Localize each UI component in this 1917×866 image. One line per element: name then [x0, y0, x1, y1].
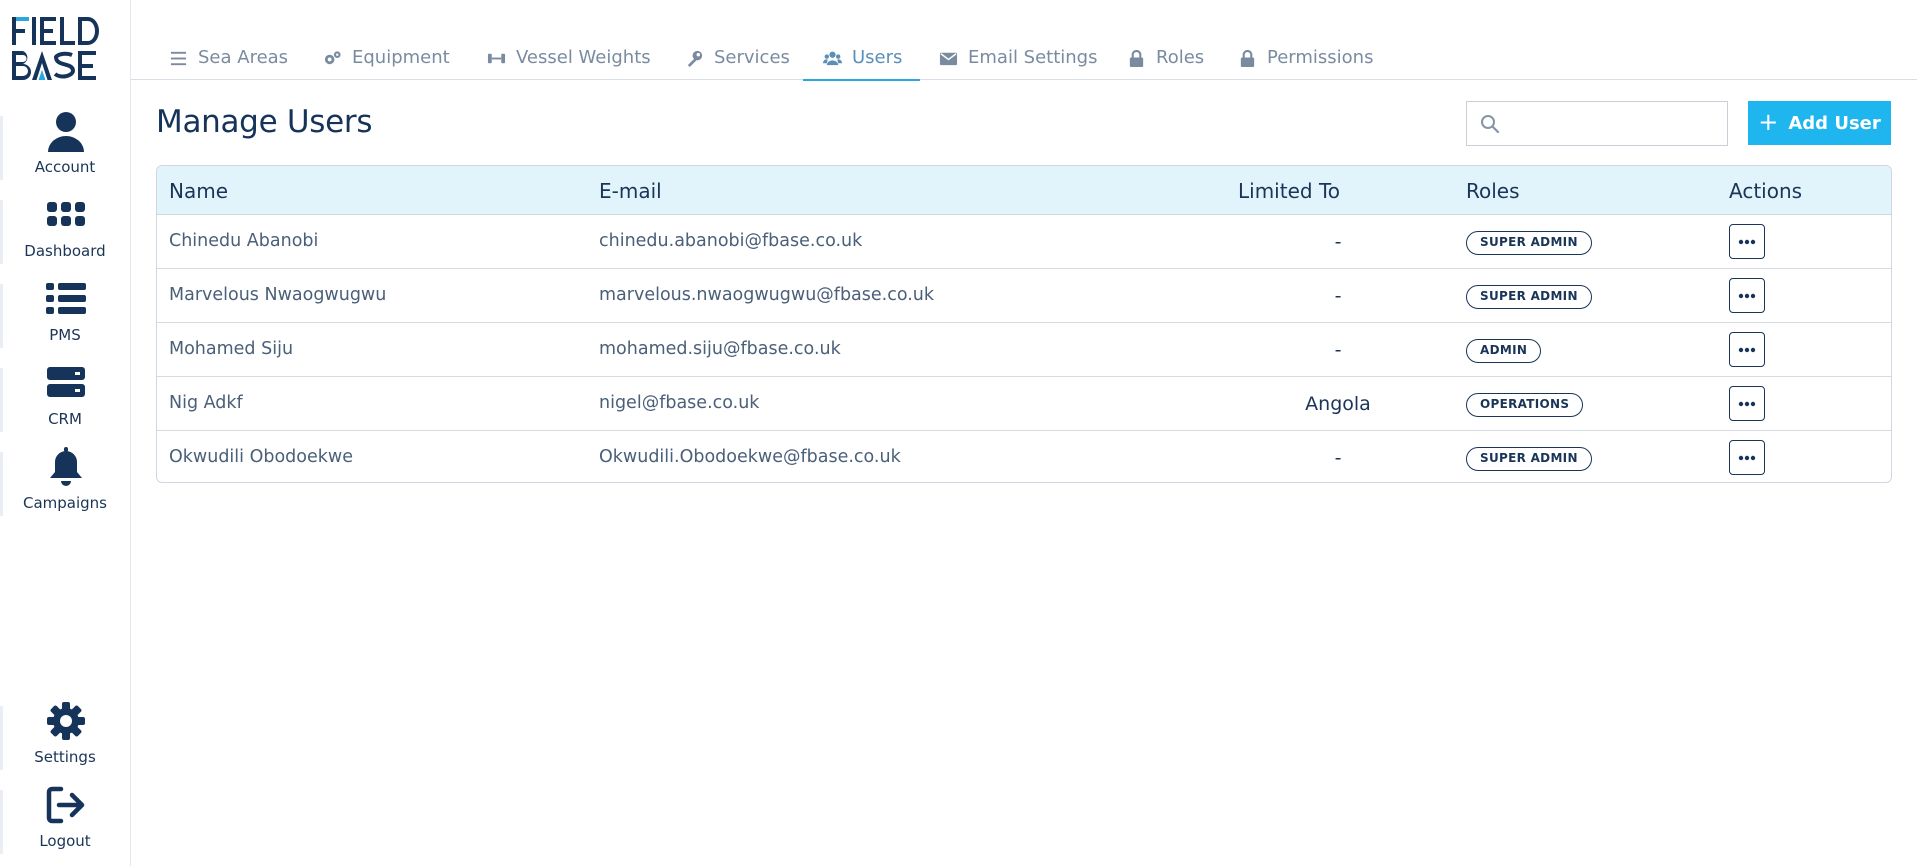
- server-icon: [47, 367, 85, 397]
- sidebar-item-settings[interactable]: Settings: [0, 700, 130, 780]
- settings-tab-bar: Sea Areas Equipment Vessel Weights Servi…: [131, 0, 1917, 81]
- tab-label: Permissions: [1267, 47, 1374, 68]
- column-header-name[interactable]: Name: [169, 179, 228, 203]
- row-actions-button[interactable]: [1729, 440, 1765, 475]
- sidebar-item-label: Account: [34, 158, 96, 176]
- sidebar: Account Dashboard PMS CRM Campaigns Sett…: [0, 0, 131, 866]
- tab-permissions[interactable]: Permissions: [1238, 40, 1373, 80]
- row-actions-button[interactable]: [1729, 278, 1765, 313]
- page-title: Manage Users: [156, 104, 373, 140]
- tab-label: Sea Areas: [198, 47, 289, 68]
- tab-vessel-weights[interactable]: Vessel Weights: [487, 40, 651, 80]
- table-header: Name E-mail Limited To Roles Actions: [157, 166, 1891, 215]
- tab-label: Vessel Weights: [516, 47, 651, 68]
- ellipsis-icon: [1738, 239, 1756, 244]
- envelope-icon: [939, 52, 958, 66]
- tab-label: Users: [852, 47, 903, 68]
- tab-label: Equipment: [352, 47, 450, 68]
- tab-sea-areas[interactable]: Sea Areas: [169, 40, 288, 80]
- user-limited-to: Angola: [1305, 393, 1371, 415]
- gear-icon: [47, 702, 85, 740]
- user-name: Okwudili Obodoekwe: [169, 447, 353, 467]
- role-badge: ADMIN: [1466, 339, 1542, 363]
- user-name: Nig Adkf: [169, 393, 243, 413]
- user-email: chinedu.abanobi@fbase.co.uk: [599, 231, 863, 251]
- user-limited-to: -: [1334, 285, 1342, 307]
- role-badge: SUPER ADMIN: [1466, 285, 1592, 309]
- tab-email-settings[interactable]: Email Settings: [939, 40, 1098, 80]
- sidebar-item-label: Settings: [34, 748, 96, 766]
- column-header-actions: Actions: [1729, 179, 1803, 203]
- gears-icon: [324, 51, 341, 65]
- table-row[interactable]: Mohamed Siju mohamed.siju@fbase.co.uk - …: [157, 323, 1891, 377]
- user-limited-to: -: [1334, 447, 1342, 469]
- table-row[interactable]: Okwudili Obodoekwe Okwudili.Obodoekwe@fb…: [157, 431, 1891, 482]
- wrench-icon: [687, 50, 703, 68]
- dumbbell-icon: [487, 53, 506, 64]
- search-icon: [1481, 115, 1500, 134]
- ellipsis-icon: [1738, 401, 1756, 406]
- user-name: Chinedu Abanobi: [169, 231, 319, 251]
- row-actions-button[interactable]: [1729, 224, 1765, 259]
- tab-label: Email Settings: [968, 47, 1098, 68]
- ellipsis-icon: [1738, 455, 1756, 460]
- lock-icon: [1240, 49, 1255, 68]
- user-limited-to: -: [1334, 339, 1342, 361]
- table-row[interactable]: Marvelous Nwaogwugwu marvelous.nwaogwugw…: [157, 269, 1891, 323]
- logout-icon: [46, 786, 85, 824]
- role-badge: SUPER ADMIN: [1466, 447, 1592, 471]
- user-email: marvelous.nwaogwugwu@fbase.co.uk: [599, 285, 935, 305]
- table-row[interactable]: Nig Adkf nigel@fbase.co.uk Angola OPERAT…: [157, 377, 1891, 431]
- sidebar-item-label: PMS: [49, 326, 81, 344]
- sidebar-item-pms[interactable]: PMS: [0, 278, 130, 358]
- search-box[interactable]: [1466, 101, 1728, 146]
- add-user-label: Add User: [1788, 112, 1881, 134]
- user-email: Okwudili.Obodoekwe@fbase.co.uk: [599, 447, 901, 467]
- role-badge: SUPER ADMIN: [1466, 231, 1592, 255]
- tab-roles[interactable]: Roles: [1127, 40, 1204, 80]
- tab-users[interactable]: Users: [802, 40, 921, 81]
- row-actions-button[interactable]: [1729, 386, 1765, 421]
- column-header-limited-to[interactable]: Limited To: [1238, 179, 1340, 203]
- user-name: Mohamed Siju: [169, 339, 294, 359]
- search-input[interactable]: [1509, 102, 1724, 145]
- sidebar-item-dashboard[interactable]: Dashboard: [0, 194, 130, 274]
- ellipsis-icon: [1738, 347, 1756, 352]
- sidebar-item-label: Logout: [39, 832, 91, 850]
- user-name: Marvelous Nwaogwugwu: [169, 285, 387, 305]
- table-row[interactable]: Chinedu Abanobi chinedu.abanobi@fbase.co…: [157, 215, 1891, 269]
- ellipsis-icon: [1738, 293, 1756, 298]
- column-header-email[interactable]: E-mail: [599, 179, 662, 203]
- sidebar-item-crm[interactable]: CRM: [0, 362, 130, 442]
- sidebar-item-campaigns[interactable]: Campaigns: [0, 446, 130, 526]
- sidebar-item-label: Campaigns: [22, 494, 107, 512]
- user-icon: [48, 112, 84, 152]
- tab-label: Roles: [1156, 47, 1205, 68]
- bell-icon: [50, 447, 82, 486]
- sidebar-item-logout[interactable]: Logout: [0, 784, 130, 864]
- tab-services[interactable]: Services: [685, 40, 790, 80]
- list-icon: [46, 283, 86, 314]
- row-actions-button[interactable]: [1729, 332, 1765, 367]
- role-badge: OPERATIONS: [1466, 393, 1584, 417]
- sidebar-item-label: Dashboard: [24, 242, 106, 260]
- user-email: nigel@fbase.co.uk: [599, 393, 760, 413]
- users-table: Name E-mail Limited To Roles Actions Chi…: [156, 165, 1892, 483]
- grid-icon: [47, 202, 85, 226]
- sidebar-item-account[interactable]: Account: [0, 110, 130, 190]
- users-icon: [823, 51, 842, 66]
- fieldbase-logo[interactable]: [10, 14, 106, 84]
- add-user-button[interactable]: + Add User: [1748, 101, 1891, 145]
- sidebar-item-label: CRM: [48, 410, 82, 428]
- tab-label: Services: [714, 47, 790, 68]
- plus-icon: +: [1758, 108, 1779, 136]
- lock-icon: [1129, 49, 1144, 68]
- user-email: mohamed.siju@fbase.co.uk: [599, 339, 841, 359]
- lines-icon: [170, 51, 187, 66]
- column-header-roles[interactable]: Roles: [1466, 179, 1520, 203]
- tab-equipment[interactable]: Equipment: [323, 40, 450, 80]
- user-limited-to: -: [1334, 231, 1342, 253]
